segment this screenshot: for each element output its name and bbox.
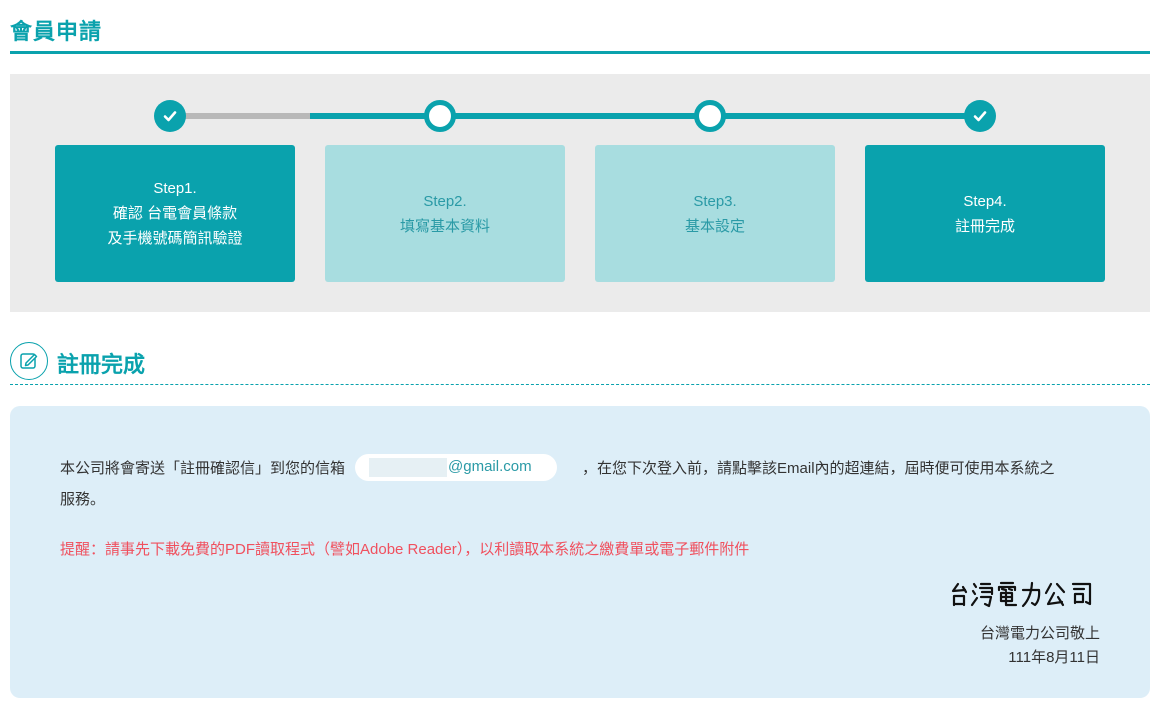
- sign-off-text: 台灣電力公司敬上: [979, 625, 1100, 642]
- step-card-3: Step3. 基本設定: [595, 145, 835, 282]
- step3-line2: 基本設定: [684, 217, 745, 235]
- page-title: 會員申請: [10, 19, 103, 44]
- step-card-1: Step1. 確認 台電會員條款 及手機號碼簡訊驗證: [55, 145, 295, 282]
- notice-date: 111年8月11日: [1008, 649, 1100, 666]
- step4-check-icon: [964, 100, 996, 132]
- step-card-2: Step2. 填寫基本資料: [325, 145, 565, 282]
- step2-circle-icon: [424, 100, 456, 132]
- edit-icon: [10, 342, 48, 380]
- message-line-2: 服務。: [60, 491, 106, 508]
- title-divider: [10, 51, 1150, 54]
- message-text-after-email: ，在您下次登入前，請點擊該Email內的超連結，屆時便可使用本系統之: [582, 460, 1055, 477]
- step2-line2: 填寫基本資料: [399, 217, 490, 235]
- step1-label: Step1.: [153, 180, 197, 197]
- section-title: 註冊完成: [57, 352, 146, 377]
- email-display: @gmail.com: [355, 454, 558, 481]
- progress-track-complete: [310, 113, 984, 119]
- message-line-1: 本公司將會寄送「註冊確認信」到您的信箱 @gmail.com ，在您下次登入前，…: [60, 454, 1055, 481]
- step-progress-panel: Step1. 確認 台電會員條款 及手機號碼簡訊驗證 Step2. 填寫基本資料…: [10, 74, 1150, 312]
- pdf-reminder: 提醒：請事先下載免費的PDF讀取程式（譬如Adobe Reader），以利讀取本…: [60, 541, 750, 558]
- step3-circle-icon: [694, 100, 726, 132]
- step1-line3: 及手機號碼簡訊驗證: [107, 230, 243, 247]
- email-domain: @gmail.com: [448, 458, 532, 475]
- message-text-before-email: 本公司將會寄送「註冊確認信」到您的信箱: [60, 460, 346, 477]
- step4-line2: 註冊完成: [954, 217, 1015, 235]
- notice-box: 本公司將會寄送「註冊確認信」到您的信箱 @gmail.com ，在您下次登入前，…: [10, 406, 1150, 698]
- company-signature-image: [951, 581, 1092, 608]
- step1-check-icon: [154, 100, 186, 132]
- email-username-masked: [369, 458, 448, 477]
- step1-line2: 確認 台電會員條款: [112, 205, 238, 222]
- step2-label: Step2.: [423, 192, 467, 210]
- section-divider: [10, 384, 1150, 385]
- step4-label: Step4.: [963, 192, 1007, 210]
- step-card-4: Step4. 註冊完成: [865, 145, 1105, 282]
- step3-label: Step3.: [693, 192, 737, 210]
- progress-track-incomplete: [174, 113, 310, 119]
